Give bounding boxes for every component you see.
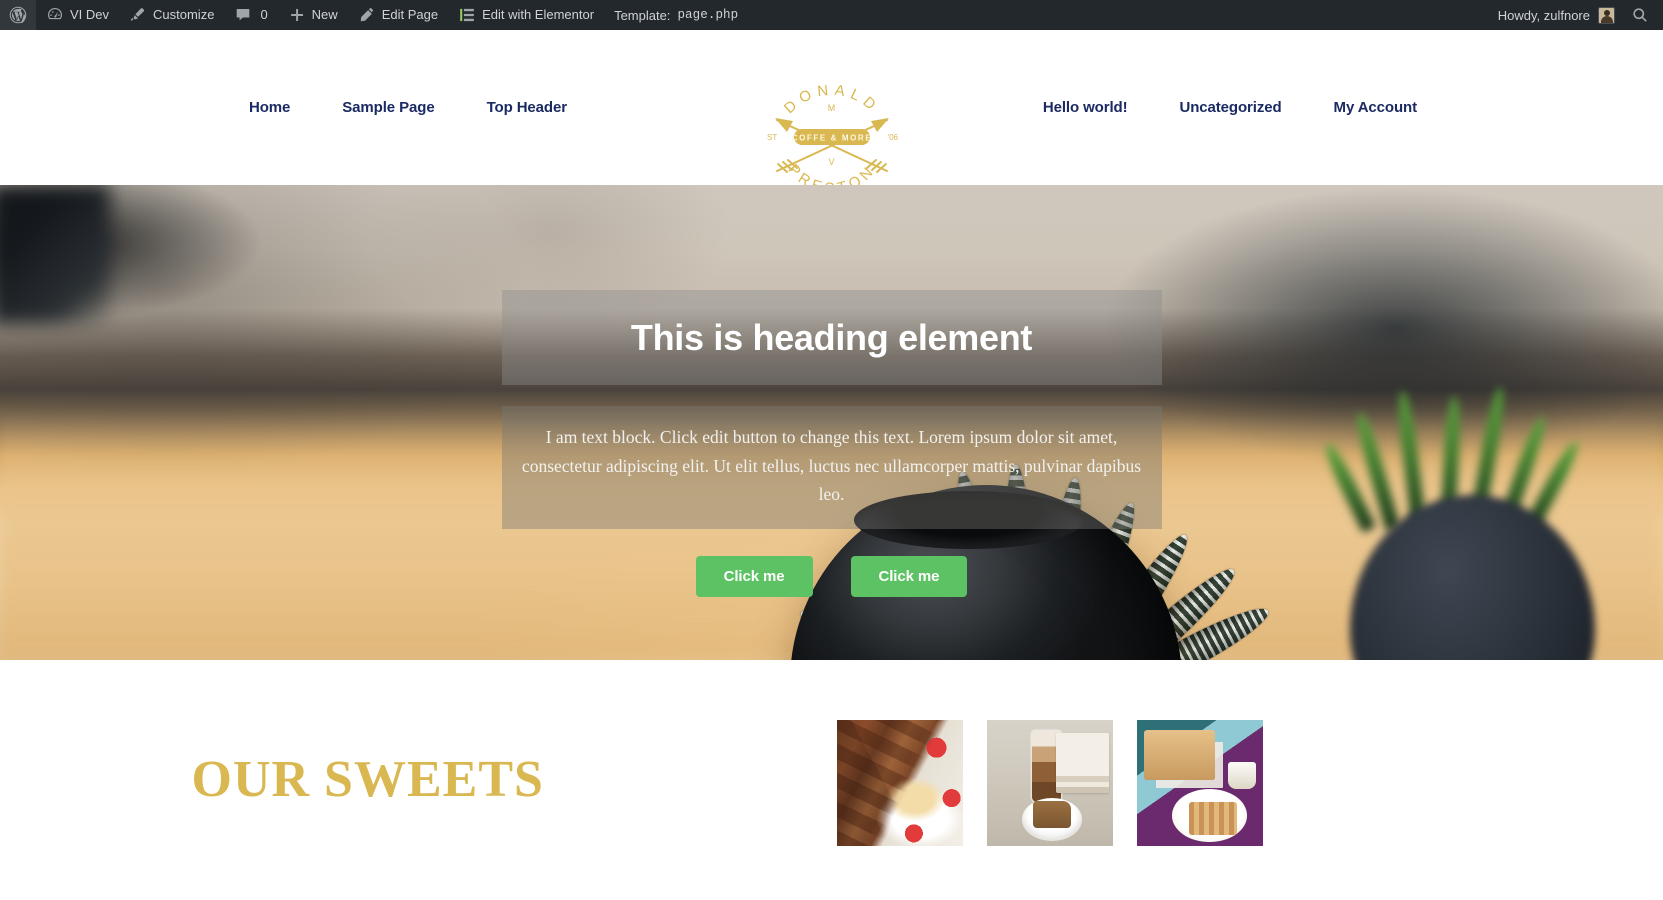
avatar [1598, 6, 1615, 24]
admin-bar-item-site-name[interactable]: VI Dev [36, 0, 119, 30]
admin-bar-item-label: Customize [153, 7, 215, 22]
logo-letter-top: M [827, 103, 836, 113]
admin-bar-item-new[interactable]: New [278, 0, 348, 30]
logo-left-mark: ST [767, 133, 777, 142]
admin-bar-template-info: Template: page.php [604, 0, 748, 30]
admin-bar-item-label: Edit Page [381, 7, 439, 22]
our-sweets-inner: OUR SWEETS [192, 660, 1472, 846]
admin-bar-left-group: VI Dev Customize 0 New Edit Page Edit wi… [0, 0, 748, 30]
admin-bar-item-customize[interactable]: Customize [119, 0, 224, 30]
nav-link-home[interactable]: Home [249, 89, 316, 126]
wordpress-logo-icon [9, 6, 27, 24]
nav-link-my-account[interactable]: My Account [1308, 89, 1443, 126]
logo-right-mark: '06 [887, 133, 898, 142]
paintbrush-icon [129, 6, 147, 24]
nav-link-hello-world[interactable]: Hello world! [1017, 89, 1154, 126]
toast-jug-detail [1228, 761, 1257, 790]
template-file-name: page.php [677, 8, 739, 22]
hero-button-primary[interactable]: Click me [695, 555, 813, 597]
gallery-image-toasts[interactable] [1136, 720, 1263, 846]
admin-bar-item-label: New [311, 7, 338, 22]
nav-link-top-header[interactable]: Top Header [461, 89, 593, 126]
search-icon [1631, 6, 1649, 24]
wp-admin-bar: VI Dev Customize 0 New Edit Page Edit wi… [0, 0, 1663, 30]
dashboard-icon [46, 6, 64, 24]
admin-bar-my-account[interactable]: Howdy, zulfnore [1488, 6, 1623, 24]
primary-navigation-left: Home Sample Page Top Header [249, 89, 593, 126]
admin-bar-search-button[interactable] [1623, 6, 1663, 24]
our-sweets-title: OUR SWEETS [191, 751, 544, 808]
gallery-image-latte-cake[interactable] [986, 720, 1113, 846]
hero-background-dark-object [0, 185, 110, 325]
primary-navigation-right: Hello world! Uncategorized My Account [1017, 89, 1443, 126]
nav-link-sample-page[interactable]: Sample Page [316, 89, 460, 126]
hero-section: This is heading element I am text block.… [0, 185, 1663, 660]
nav-link-uncategorized[interactable]: Uncategorized [1153, 89, 1307, 126]
hero-heading-box: This is heading element [501, 290, 1162, 386]
plus-icon [288, 6, 306, 24]
template-label: Template: [614, 7, 671, 23]
wordpress-logo-button[interactable] [0, 0, 36, 30]
admin-bar-item-comments[interactable]: 0 [224, 0, 277, 30]
hero-paragraph: I am text block. Click edit button to ch… [521, 427, 1142, 505]
elementor-list-icon [458, 6, 476, 24]
comment-bubble-icon [234, 6, 252, 24]
toast-waffle-detail [1189, 801, 1238, 835]
our-sweets-gallery [836, 712, 1263, 846]
gallery-image-brownies[interactable] [836, 720, 963, 846]
hero-heading: This is heading element [630, 317, 1033, 358]
site-header: Home Sample Page Top Header COFFE & MORE… [0, 30, 1663, 197]
latte-books-detail [1055, 732, 1109, 794]
admin-bar-item-edit-with-elementor[interactable]: Edit with Elementor [448, 0, 604, 30]
admin-bar-right-group: Howdy, zulfnore [1488, 0, 1663, 30]
hero-button-secondary[interactable]: Click me [850, 555, 968, 597]
admin-bar-item-label: VI Dev [70, 7, 110, 22]
admin-bar-item-label: Edit with Elementor [482, 7, 595, 22]
latte-cake-detail [1033, 800, 1071, 829]
logo-badge-text: COFFE & MORE [791, 134, 872, 143]
pencil-icon [358, 6, 376, 24]
admin-bar-item-edit-page[interactable]: Edit Page [348, 0, 448, 30]
our-sweets-section: OUR SWEETS [0, 660, 1663, 900]
logo-letter-bottom: V [828, 157, 835, 167]
hero-text-box: I am text block. Click edit button to ch… [501, 406, 1162, 529]
howdy-label: Howdy, zulfnore [1497, 7, 1590, 23]
hero-content: This is heading element I am text block.… [501, 185, 1162, 597]
comment-count: 0 [260, 7, 268, 22]
hero-button-group: Click me Click me [502, 555, 1162, 597]
